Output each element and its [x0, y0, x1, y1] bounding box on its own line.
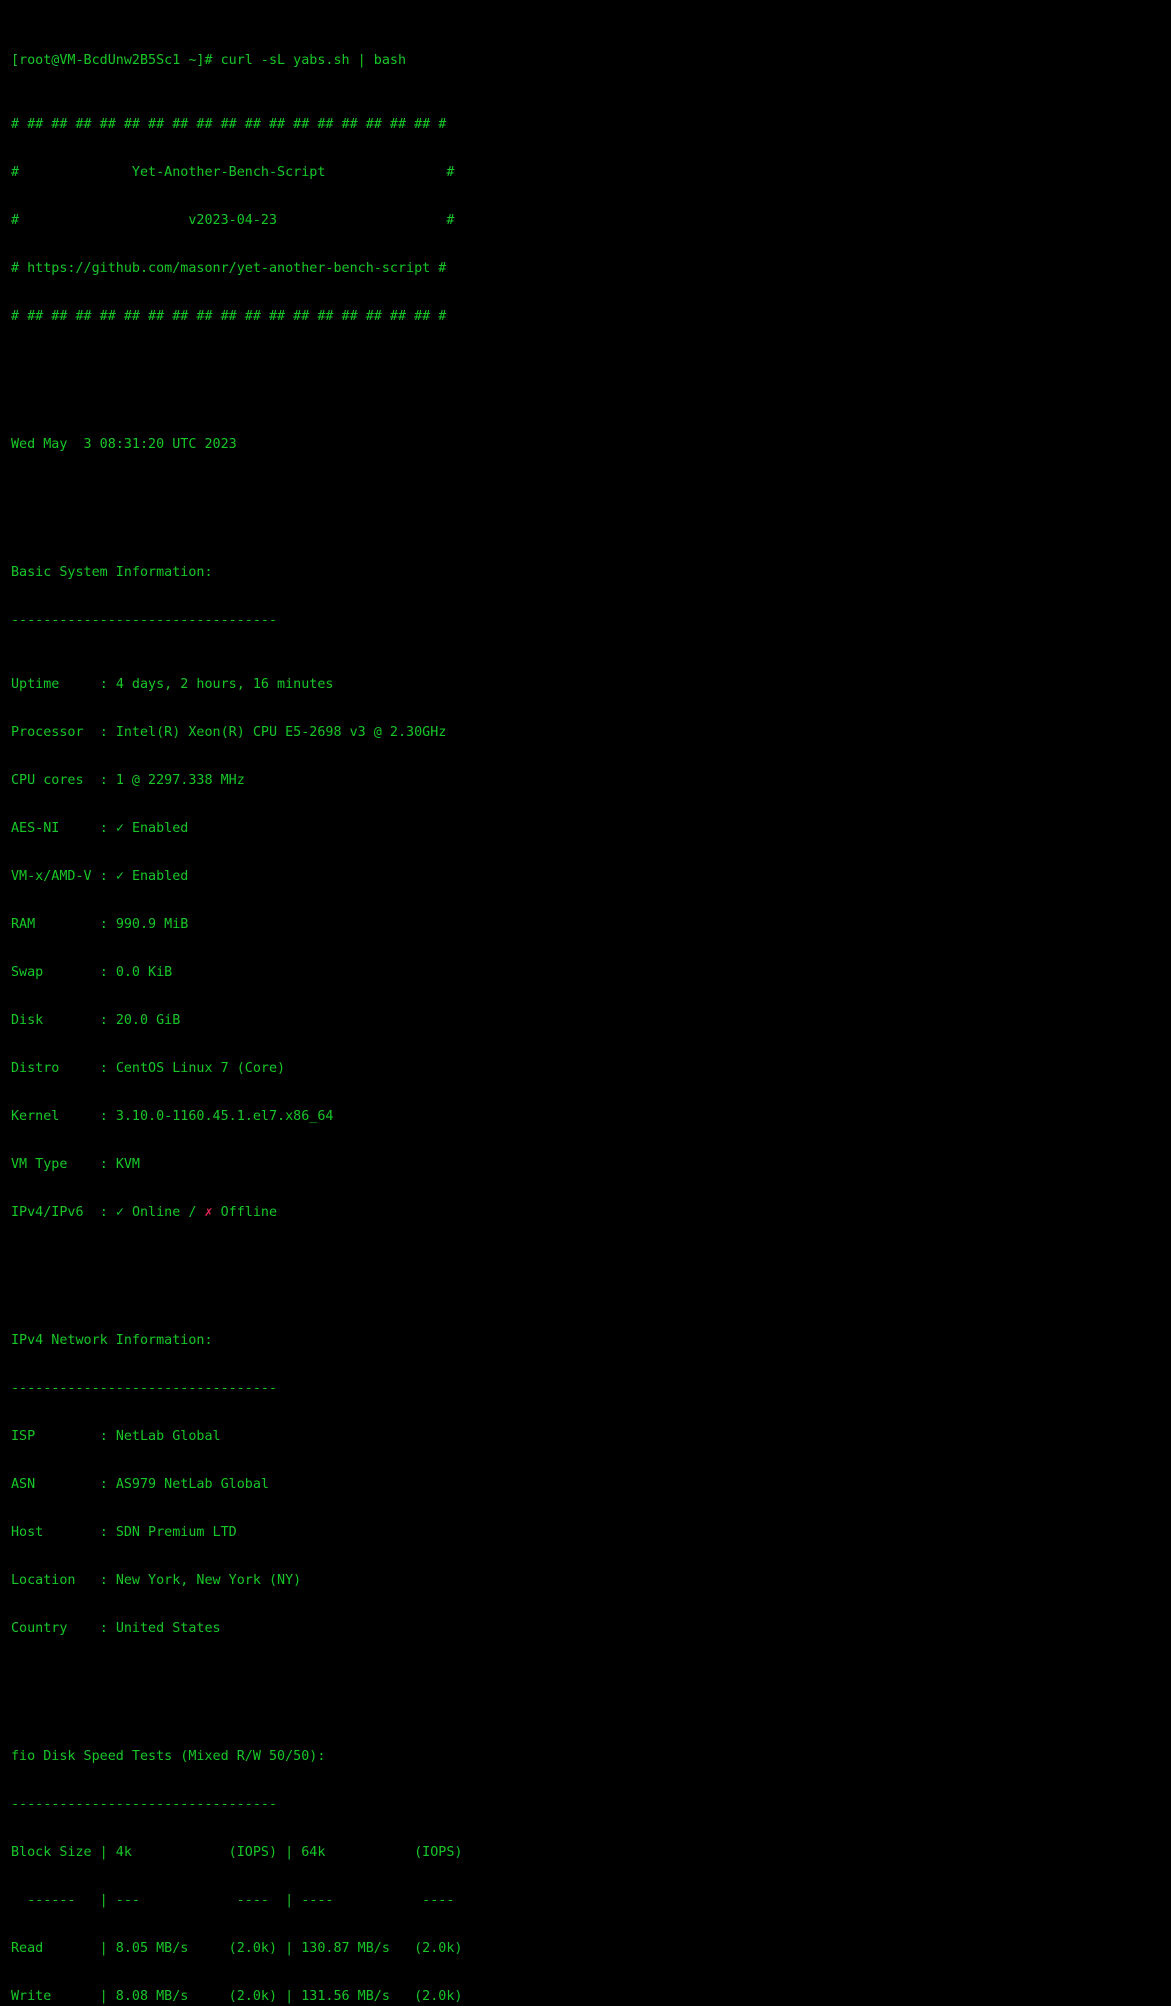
system-separator: --------------------------------- [11, 613, 278, 628]
row-value: New York, New York (NY) [115, 1573, 302, 1588]
system-row-ram: RAM : 990.9 MiB [11, 917, 189, 932]
system-row-uptime: Uptime : 4 days, 2 hours, 16 minutes [11, 677, 334, 692]
row-value: United States [115, 1621, 221, 1636]
fio-block1-write: Write | 8.08 MB/s (2.0k) | 131.56 MB/s (… [11, 1989, 463, 2004]
fio-separator: --------------------------------- [11, 1797, 278, 1812]
system-row-swap: Swap : 0.0 KiB [11, 965, 173, 980]
banner-version: # v2023-04-23 # [11, 213, 455, 228]
row-label: VM-x/AMD-V [11, 869, 100, 884]
row-label: ASN [11, 1477, 100, 1492]
row-value: KVM [115, 1157, 140, 1172]
banner-title: # Yet-Another-Bench-Script # [11, 165, 455, 180]
row-label: Distro [11, 1061, 100, 1076]
network-row-isp: ISP : NetLab Global [11, 1429, 221, 1444]
fio-heading: fio Disk Speed Tests (Mixed R/W 50/50): [11, 1749, 326, 1764]
row-value: Enabled [131, 869, 189, 884]
fio-block1-read: Read | 8.05 MB/s (2.0k) | 130.87 MB/s (2… [11, 1941, 463, 1956]
terminal-window[interactable]: [root@VM-BcdUnw2B5Sc1 ~]# curl -sL yabs.… [0, 0, 1171, 2004]
fio-block1-dashes: ------ | --- ---- | ---- ---- [11, 1893, 455, 1908]
system-row-cpu-cores: CPU cores : 1 @ 2297.338 MHz [11, 773, 245, 788]
system-row-vmx: VM-x/AMD-V : ✓ Enabled [11, 869, 189, 884]
system-row-ipv4-ipv6: IPv4/IPv6 : ✓ Online / ✗ Offline [11, 1205, 278, 1220]
row-label: Swap [11, 965, 100, 980]
row-label: ISP [11, 1429, 100, 1444]
check-icon: ✓ [115, 821, 124, 836]
system-row-distro: Distro : CentOS Linux 7 (Core) [11, 1061, 286, 1076]
fio-block1-header: Block Size | 4k (IOPS) | 64k (IOPS) [11, 1845, 463, 1860]
row-value: 990.9 MiB [115, 917, 189, 932]
system-row-aes-ni: AES-NI : ✓ Enabled [11, 821, 189, 836]
banner-url: # https://github.com/masonr/yet-another-… [11, 261, 447, 276]
system-row-vm-type: VM Type : KVM [11, 1157, 140, 1172]
row-label: IPv4/IPv6 [11, 1205, 100, 1220]
system-row-kernel: Kernel : 3.10.0-1160.45.1.el7.x86_64 [11, 1109, 334, 1124]
row-value: 3.10.0-1160.45.1.el7.x86_64 [115, 1109, 334, 1124]
check-icon: ✓ [115, 869, 124, 884]
row-label: Disk [11, 1013, 100, 1028]
row-value: 4 days, 2 hours, 16 minutes [115, 677, 334, 692]
row-label: AES-NI [11, 821, 100, 836]
row-value: NetLab Global [115, 1429, 221, 1444]
row-value: 1 @ 2297.338 MHz [115, 773, 245, 788]
row-label: Kernel [11, 1109, 100, 1124]
row-label: CPU cores [11, 773, 100, 788]
row-value: CentOS Linux 7 (Core) [115, 1061, 286, 1076]
row-label: VM Type [11, 1157, 100, 1172]
network-row-location: Location : New York, New York (NY) [11, 1573, 302, 1588]
row-value: Enabled [131, 821, 189, 836]
row-value: 0.0 KiB [115, 965, 173, 980]
system-row-processor: Processor : Intel(R) Xeon(R) CPU E5-2698… [11, 725, 447, 740]
network-row-asn: ASN : AS979 NetLab Global [11, 1477, 269, 1492]
row-value: 20.0 GiB [115, 1013, 181, 1028]
row-value: AS979 NetLab Global [115, 1477, 269, 1492]
network-row-country: Country : United States [11, 1621, 221, 1636]
command-prompt-line: [root@VM-BcdUnw2B5Sc1 ~]# curl -sL yabs.… [11, 53, 407, 68]
ipv6-status: Offline [220, 1205, 278, 1220]
row-label: Uptime [11, 677, 100, 692]
system-heading: Basic System Information: [11, 565, 213, 580]
row-label: Host [11, 1525, 100, 1540]
network-row-host: Host : SDN Premium LTD [11, 1525, 237, 1540]
row-label: RAM [11, 917, 100, 932]
cross-icon: ✗ [204, 1205, 213, 1220]
row-label: Processor [11, 725, 100, 740]
row-value: SDN Premium LTD [115, 1525, 237, 1540]
check-icon: ✓ [115, 1205, 124, 1220]
network-separator: --------------------------------- [11, 1381, 278, 1396]
banner-rule-top: # ## ## ## ## ## ## ## ## ## ## ## ## ##… [11, 117, 447, 132]
network-heading: IPv4 Network Information: [11, 1333, 213, 1348]
row-label: Location [11, 1573, 100, 1588]
system-row-disk: Disk : 20.0 GiB [11, 1013, 181, 1028]
row-label: Country [11, 1621, 100, 1636]
date-line: Wed May 3 08:31:20 UTC 2023 [11, 437, 237, 452]
row-value: Intel(R) Xeon(R) CPU E5-2698 v3 @ 2.30GH… [115, 725, 447, 740]
banner-rule-bottom: # ## ## ## ## ## ## ## ## ## ## ## ## ##… [11, 309, 447, 324]
ipv4-status: Online [131, 1205, 181, 1220]
